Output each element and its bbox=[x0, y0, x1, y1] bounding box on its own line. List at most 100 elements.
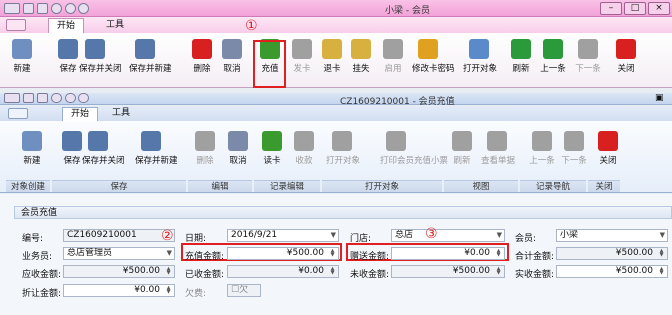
total-amount-value: ¥500.00 bbox=[615, 248, 653, 258]
spinner-icon[interactable]: ▲ ▼ bbox=[328, 267, 337, 276]
report-loss-icon bbox=[351, 39, 371, 59]
spinner-icon[interactable]: ▲ ▼ bbox=[494, 267, 503, 276]
date-field[interactable]: 2016/9/21 ▼ bbox=[227, 229, 339, 242]
inner-button-label: 新建 bbox=[23, 156, 41, 166]
outer-ribbon-tabs: 开始 工具 bbox=[0, 17, 672, 33]
ribbon-group-label: 对象创建 bbox=[6, 180, 50, 192]
inner-button-7[interactable]: 收款 bbox=[288, 131, 320, 166]
store-field[interactable]: 总店 ▼ bbox=[391, 229, 505, 242]
refresh-icon bbox=[452, 131, 472, 151]
open-object-icon bbox=[332, 131, 352, 151]
minimize-button[interactable]: – bbox=[600, 2, 622, 15]
save-icon bbox=[58, 39, 78, 59]
back-icon[interactable] bbox=[64, 93, 76, 103]
outer-button-10[interactable]: 启用 bbox=[377, 39, 409, 74]
print-icon bbox=[386, 131, 406, 151]
ribbon-menu-icon[interactable] bbox=[6, 19, 26, 31]
close-window-button[interactable]: × bbox=[648, 2, 670, 15]
inner-button-9[interactable]: 打印会员充值小票 bbox=[380, 131, 448, 166]
code-field[interactable]: CZ1609210001 bbox=[63, 229, 175, 242]
spinner-icon[interactable]: ▲ ▼ bbox=[328, 249, 337, 258]
inner-button-10[interactable]: 刷新 bbox=[446, 131, 478, 166]
inner-button-14[interactable]: 关闭 bbox=[592, 131, 624, 166]
outer-button-label: 保存并新建 bbox=[129, 64, 172, 74]
ribbon-menu-icon[interactable] bbox=[8, 108, 28, 119]
outer-button-label: 新建 bbox=[13, 64, 31, 74]
receivable-field[interactable]: ¥500.00 ▲ ▼ bbox=[63, 265, 175, 278]
app-menu-icon[interactable] bbox=[4, 3, 20, 14]
spinner-icon[interactable]: ▲ ▼ bbox=[494, 249, 503, 258]
inner-button-11[interactable]: 查看单据 bbox=[481, 131, 515, 166]
inner-button-4[interactable]: 删除 bbox=[189, 131, 221, 166]
inner-tab-tools[interactable]: 工具 bbox=[104, 107, 138, 121]
undo-icon[interactable] bbox=[36, 93, 48, 103]
inner-restore-icon[interactable]: ▣ bbox=[655, 93, 664, 103]
delete-x-icon bbox=[195, 131, 215, 151]
inner-button-2[interactable]: 保存并关闭 bbox=[82, 131, 125, 166]
outer-button-14[interactable]: 上一条 bbox=[537, 39, 569, 74]
spinner-icon[interactable]: ▲ ▼ bbox=[164, 267, 173, 276]
chevron-down-icon[interactable]: ▼ bbox=[660, 230, 665, 241]
salesperson-field[interactable]: 总店管理员 ▼ bbox=[63, 247, 175, 260]
outer-button-9[interactable]: 挂失 bbox=[345, 39, 377, 74]
outer-button-4[interactable]: 删除 bbox=[186, 39, 218, 74]
undo-icon bbox=[228, 131, 248, 151]
inner-button-3[interactable]: 保存并新建 bbox=[135, 131, 178, 166]
spinner-icon[interactable]: ▲ ▼ bbox=[657, 267, 666, 276]
outer-button-0[interactable]: 新建 bbox=[6, 39, 38, 74]
receive-icon bbox=[294, 131, 314, 151]
inner-button-8[interactable]: 打开对象 bbox=[326, 131, 360, 166]
forward-icon[interactable] bbox=[78, 3, 90, 14]
received-label: 已收金额: bbox=[185, 270, 225, 280]
outer-button-7[interactable]: 发卡 bbox=[286, 39, 318, 74]
outer-button-2[interactable]: 保存并关闭 bbox=[79, 39, 122, 74]
outer-button-11[interactable]: 修改卡密码 bbox=[412, 39, 455, 74]
discount-field[interactable]: ¥0.00 ▲ ▼ bbox=[63, 284, 175, 297]
outer-button-3[interactable]: 保存并新建 bbox=[129, 39, 172, 74]
received-field[interactable]: ¥0.00 ▲ ▼ bbox=[227, 265, 339, 278]
chevron-down-icon[interactable]: ▼ bbox=[497, 230, 502, 241]
outer-button-12[interactable]: 打开对象 bbox=[463, 39, 498, 74]
outer-button-15[interactable]: 下一条 bbox=[572, 39, 604, 74]
received-value: ¥0.00 bbox=[298, 266, 324, 276]
outer-button-label: 打开对象 bbox=[463, 64, 498, 74]
tab-tools[interactable]: 工具 bbox=[98, 18, 132, 33]
maximize-button[interactable]: □ bbox=[624, 2, 646, 15]
close-x-icon bbox=[598, 131, 618, 151]
actual-received-field[interactable]: ¥500.00 ▲ ▼ bbox=[556, 265, 668, 278]
undo-icon[interactable] bbox=[36, 3, 48, 14]
chevron-down-icon[interactable]: ▼ bbox=[331, 230, 336, 241]
member-field[interactable]: 小梁 ▼ bbox=[556, 229, 668, 242]
inner-button-12[interactable]: 上一条 bbox=[526, 131, 558, 166]
gift-amount-field[interactable]: ¥0.00 ▲ ▼ bbox=[391, 247, 505, 260]
back-icon[interactable] bbox=[64, 3, 76, 14]
inner-button-6[interactable]: 读卡 bbox=[256, 131, 288, 166]
refresh-icon[interactable] bbox=[50, 3, 62, 14]
inner-button-0[interactable]: 新建 bbox=[16, 131, 48, 166]
open-object-icon bbox=[469, 39, 489, 59]
outer-button-5[interactable]: 取消 bbox=[216, 39, 248, 74]
outer-button-13[interactable]: 刷新 bbox=[505, 39, 537, 74]
spinner-icon[interactable]: ▲ ▼ bbox=[657, 249, 666, 258]
inner-button-5[interactable]: 取消 bbox=[222, 131, 254, 166]
spinner-icon[interactable]: ▲ ▼ bbox=[164, 286, 173, 295]
chevron-down-icon[interactable]: ▼ bbox=[167, 248, 172, 259]
uncollected-field[interactable]: ¥500.00 ▲ ▼ bbox=[391, 265, 505, 278]
outer-button-16[interactable]: 关闭 bbox=[610, 39, 642, 74]
app-menu-icon[interactable] bbox=[4, 93, 20, 103]
refresh-icon[interactable] bbox=[50, 93, 62, 103]
tab-start[interactable]: 开始 bbox=[48, 18, 85, 33]
forward-icon[interactable] bbox=[78, 93, 90, 103]
total-amount-field[interactable]: ¥500.00 ▲ ▼ bbox=[556, 247, 668, 260]
save-icon[interactable] bbox=[22, 93, 34, 103]
inner-button-label: 读卡 bbox=[263, 156, 281, 166]
owed-checkbox[interactable]: ☐欠 bbox=[227, 284, 261, 297]
outer-button-8[interactable]: 退卡 bbox=[316, 39, 348, 74]
outer-button-label: 挂失 bbox=[352, 64, 370, 74]
inner-tab-start[interactable]: 开始 bbox=[62, 107, 99, 121]
recharge-amount-field[interactable]: ¥500.00 ▲ ▼ bbox=[227, 247, 339, 260]
prev-up-icon bbox=[543, 39, 563, 59]
inner-button-13[interactable]: 下一条 bbox=[558, 131, 590, 166]
outer-title-bar: 小梁 - 会员 – □ × bbox=[0, 0, 672, 17]
save-icon[interactable] bbox=[22, 3, 34, 14]
